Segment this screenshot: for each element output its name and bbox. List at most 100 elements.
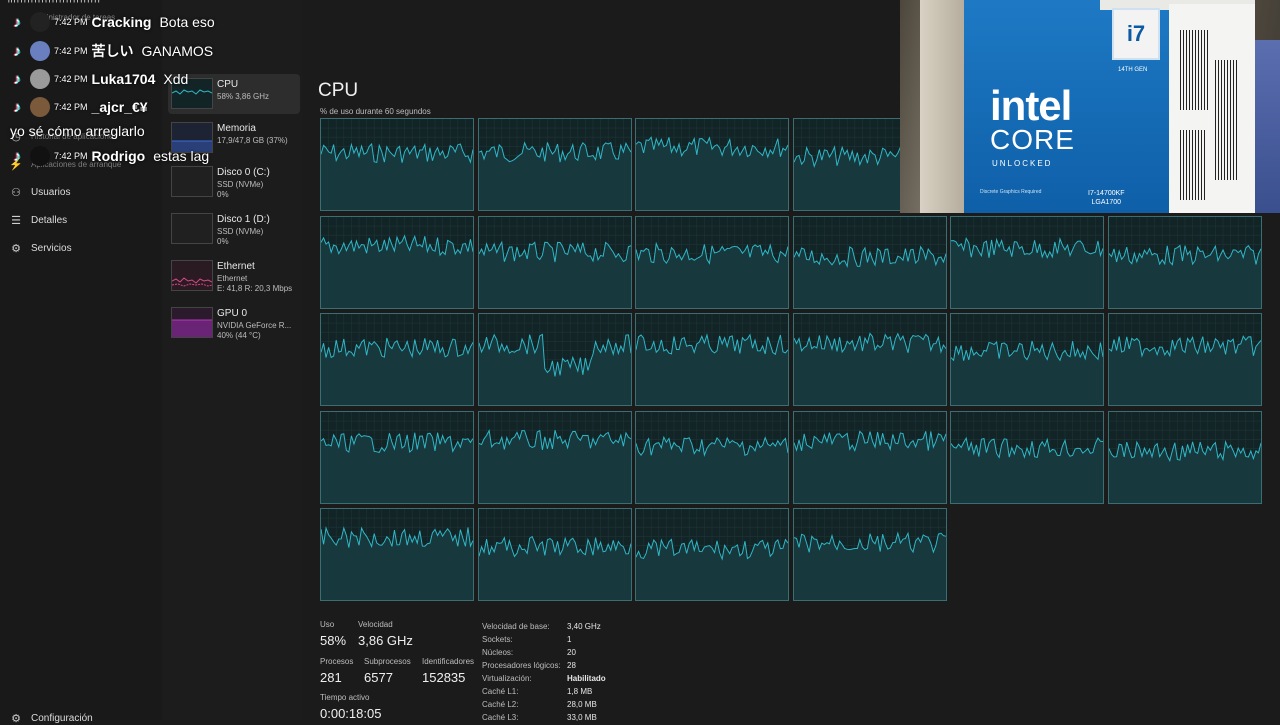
chat-overflow-text: ʰᶠᶠᶠᶠᶠᶠᶠᶠᶠᶠᶠᶠᶠᶠᶠᶠᶠᶠᶠᶠᶠᶠᶠᶠᶠ [8, 0, 102, 8]
nav-item-label: Configuración [31, 712, 93, 724]
spec-label: Núcleos: [482, 648, 514, 657]
spec-label: Caché L1: [482, 687, 519, 696]
spec-value: 28 [567, 661, 576, 670]
spec-label: Velocidad de base: [482, 622, 550, 631]
avatar [30, 69, 50, 89]
avatar [30, 41, 50, 61]
chat-user: 苦しい [91, 43, 134, 59]
chat-time: 7:42 PM [54, 74, 88, 84]
core-graph [950, 313, 1105, 406]
core-graph [950, 215, 1105, 309]
processes-label: Procesos [320, 657, 354, 666]
core-graph [477, 118, 632, 211]
usage-label: Uso [320, 620, 335, 629]
resource-title: GPU 0 [217, 308, 248, 319]
speed-label: Velocidad [358, 620, 393, 629]
core-graph [792, 313, 947, 406]
spec-row: Sockets: 1 [482, 633, 642, 646]
resource-detail: SSD (NVMe) [217, 180, 264, 189]
tiktok-icon: ♪ [13, 98, 21, 116]
core-graph [792, 410, 947, 504]
spec-value: 1 [567, 635, 572, 644]
core-graph [320, 508, 474, 601]
nav-item-settings[interactable]: ⚙ Configuración [10, 712, 93, 725]
tiktok-icon: ♪ [13, 42, 21, 60]
chat-message: ♪ 7:42 PM 苦しい GANAMOS [8, 40, 213, 62]
page-title: CPU [318, 80, 359, 101]
spec-value: 33,0 MB [567, 713, 597, 722]
spec-row: Caché L1: 1,8 MB [482, 685, 642, 698]
chat-message: ♪ 7:42 PM Rodrigo estas lag [8, 145, 209, 167]
nav-item-details[interactable]: ☰ Detalles [10, 214, 68, 227]
chat-time: 7:42 PM [54, 46, 88, 56]
nav-item-services[interactable]: ⚙ Servicios [10, 242, 72, 255]
ethernet-thumbnail [171, 260, 213, 291]
resource-title: Disco 1 (D:) [217, 214, 270, 225]
spec-value: 3,40 GHz [567, 622, 601, 631]
handles-value: 152835 [422, 670, 466, 685]
spec-value: 28,0 MB [567, 700, 597, 709]
spec-row: Velocidad de base: 3,40 GHz [482, 620, 642, 633]
nav-item-label: Detalles [31, 214, 68, 226]
barcode-icon [1180, 30, 1210, 110]
spec-row: Caché L2: 28,0 MB [482, 698, 642, 711]
core-graph [320, 215, 474, 309]
list-icon: ☰ [11, 214, 21, 227]
chat-text: GANAMOS [141, 43, 214, 59]
resource-detail: NVIDIA GeForce R... [217, 321, 292, 330]
usage-value: 58% [320, 633, 347, 648]
chat-text: Xdd [163, 71, 189, 87]
chat-time: 7:42 PM [54, 151, 88, 161]
uptime-label: Tiempo activo [320, 693, 370, 702]
uptime-value: 0:00:18:05 [320, 706, 382, 721]
core-graph [792, 508, 947, 601]
webcam-hand [1255, 40, 1280, 213]
core-graph [792, 215, 947, 309]
resource-gpu[interactable]: GPU 0 NVIDIA GeForce R... 40% (44 °C) [168, 303, 300, 343]
processes-value: 281 [320, 670, 342, 685]
spec-value: 20 [567, 648, 576, 657]
core-graph [1108, 410, 1262, 504]
tiktok-icon: ♪ [13, 70, 21, 88]
spec-label: Virtualización: [482, 674, 532, 683]
tiktok-icon: ♪ [13, 147, 21, 165]
model-number: I7-14700KF [1088, 190, 1125, 197]
spec-row: Virtualización: Habilitado [482, 672, 642, 685]
nav-item-users[interactable]: ⚇ Usuarios [10, 186, 71, 199]
webcam-overlay: i7 14TH GEN intel CORE UNLOCKED Discrete… [900, 0, 1280, 213]
nav-item-label: Servicios [31, 242, 72, 254]
tiktok-icon: ♪ [13, 13, 21, 31]
core-graph [950, 410, 1105, 504]
i7-badge: i7 [1112, 8, 1160, 60]
spec-row: Núcleos: 20 [482, 646, 642, 659]
nav-item-label: Usuarios [31, 186, 71, 198]
resource-detail: 40% (44 °C) [217, 331, 261, 340]
live-chat-overlay: ʰᶠᶠᶠᶠᶠᶠᶠᶠᶠᶠᶠᶠᶠᶠᶠᶠᶠᶠᶠᶠᶠᶠᶠᶠᶠ ♪ 7:42 PM Cra… [0, 0, 300, 175]
chat-time: 7:42 PM [54, 17, 88, 27]
spec-label: Caché L2: [482, 700, 519, 709]
avatar [30, 97, 50, 117]
chat-text: estas lag [153, 148, 210, 164]
avatar [30, 146, 50, 166]
core-graph [320, 410, 474, 504]
resource-ethernet[interactable]: Ethernet Ethernet E: 41,8 R: 20,3 Mbps [168, 256, 300, 296]
chat-message: ♪ 7:42 PM _ajcr_€¥ [8, 96, 148, 118]
resource-disk-1[interactable]: Disco 1 (D:) SSD (NVMe) 0% [168, 209, 300, 249]
resource-detail: Ethernet [217, 274, 248, 283]
core-graph [635, 410, 790, 504]
core-graph [1108, 313, 1262, 406]
gear-icon: ⚙ [11, 712, 21, 725]
disk-thumbnail [171, 213, 213, 244]
graph-caption: % de uso durante 60 segundos [320, 107, 431, 116]
barcode-icon [1215, 60, 1237, 180]
chat-user: _ajcr_€¥ [91, 99, 148, 115]
cpu-spec-table: Velocidad de base: 3,40 GHz Sockets: 1 Núcle… [482, 620, 642, 724]
spec-row: Procesadores lógicos: 28 [482, 659, 642, 672]
core-graph [635, 313, 790, 406]
box-model: I7-14700KF LGA1700 [1088, 189, 1125, 207]
unlocked-label: UNLOCKED [992, 159, 1053, 168]
avatar [30, 12, 50, 32]
resource-detail: SSD (NVMe) [217, 227, 264, 236]
barcode-icon [1180, 130, 1206, 200]
intel-logo: intel [990, 82, 1072, 129]
